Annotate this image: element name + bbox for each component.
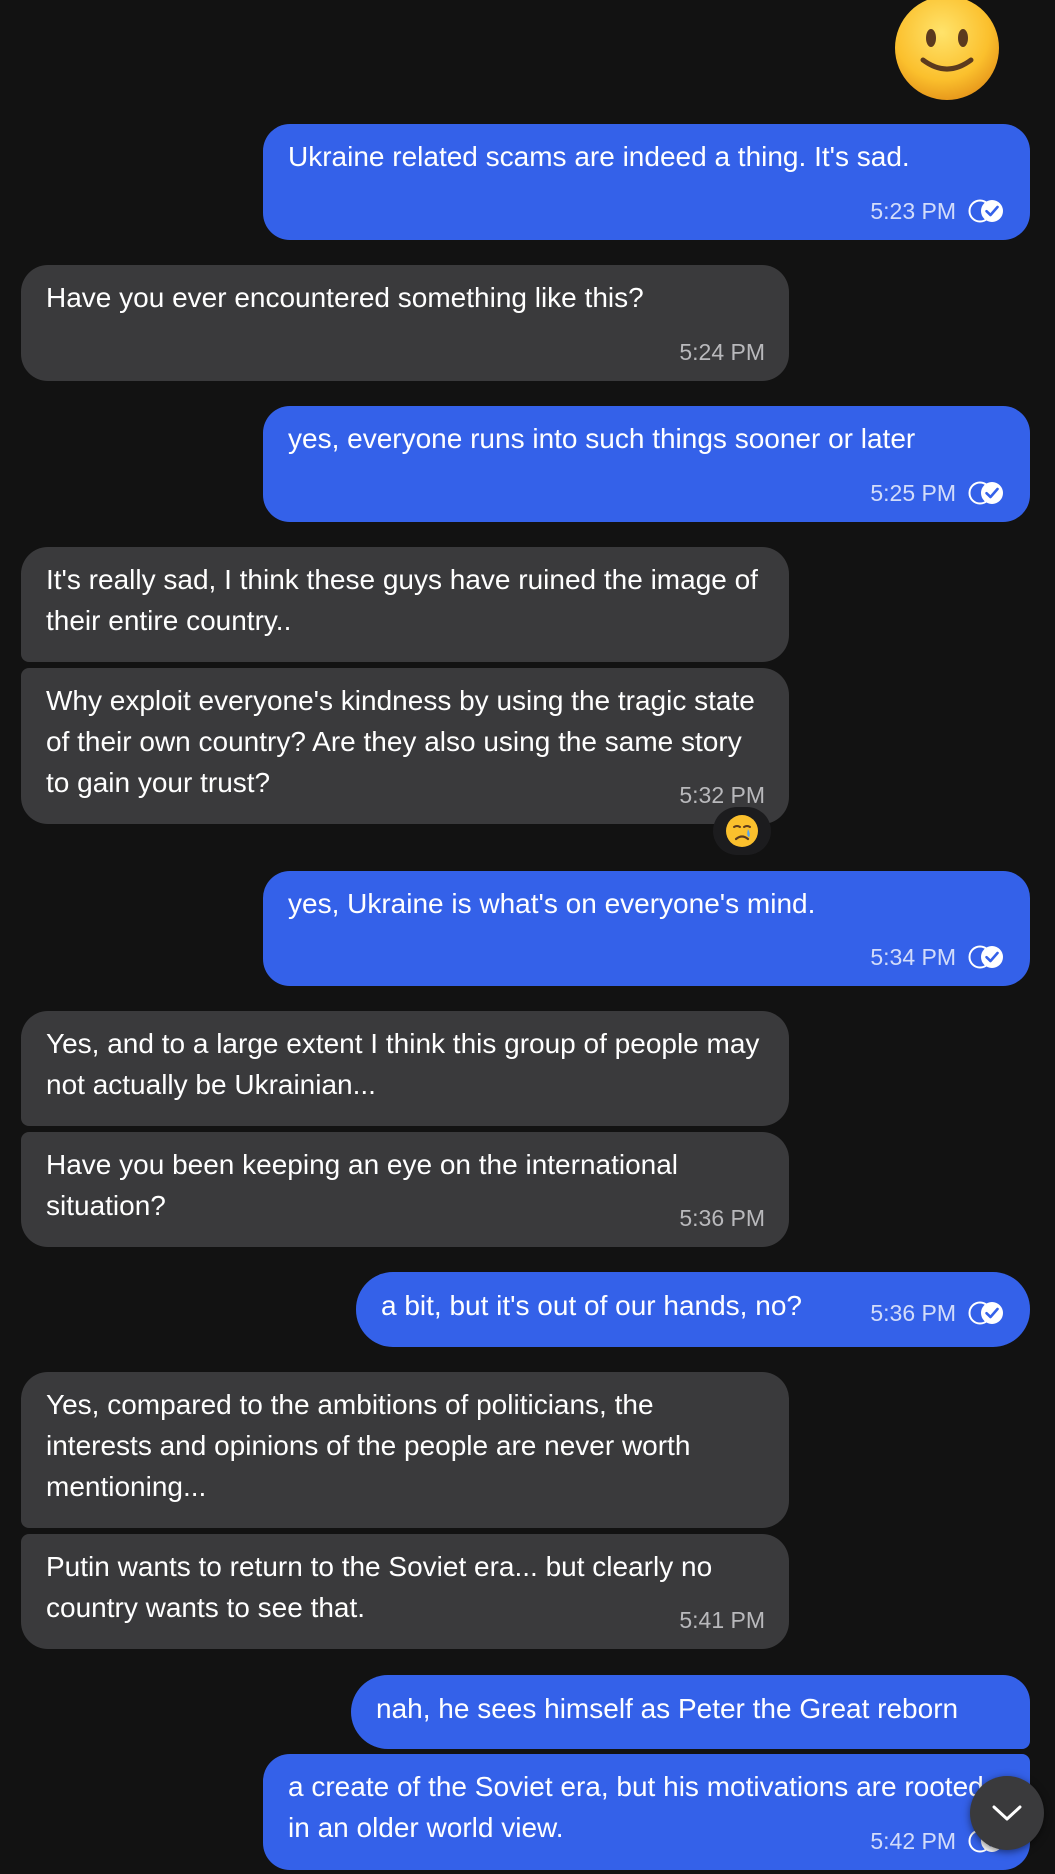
chat-history[interactable]: Ukraine related scams are indeed a thing…: [0, 0, 1055, 1874]
message-text: Why exploit everyone's kindness by using…: [46, 685, 755, 798]
scroll-to-bottom-button[interactable]: [970, 1776, 1044, 1850]
message-text: Ukraine related scams are indeed a thing…: [288, 141, 910, 172]
read-receipt-icon: [968, 945, 1003, 969]
message-text: yes, Ukraine is what's on everyone's min…: [288, 888, 816, 919]
incoming-message[interactable]: Yes, compared to the ambitions of politi…: [21, 1372, 789, 1528]
crying-face-icon: [726, 815, 758, 847]
outgoing-message[interactable]: yes, Ukraine is what's on everyone's min…: [263, 871, 1030, 986]
chevron-down-icon: [992, 1805, 1022, 1821]
outgoing-message[interactable]: a create of the Soviet era, but his moti…: [263, 1754, 1030, 1870]
incoming-message[interactable]: Putin wants to return to the Soviet era.…: [21, 1534, 789, 1649]
message-text: Yes, and to a large extent I think this …: [46, 1028, 760, 1100]
message-reaction[interactable]: [713, 807, 771, 855]
read-receipt-icon: [968, 1301, 1003, 1325]
read-receipt-icon: [968, 481, 1003, 505]
message-time: 5:24 PM: [679, 339, 765, 365]
message-time: 5:42 PM: [870, 1828, 956, 1854]
message-text: a bit, but it's out of our hands, no?: [381, 1290, 802, 1321]
incoming-message[interactable]: Yes, and to a large extent I think this …: [21, 1011, 789, 1126]
message-text: Yes, compared to the ambitions of politi…: [46, 1389, 691, 1502]
incoming-message[interactable]: It's really sad, I think these guys have…: [21, 547, 789, 662]
message-text: Have you been keeping an eye on the inte…: [46, 1149, 679, 1221]
message-text: nah, he sees himself as Peter the Great …: [376, 1693, 959, 1724]
outgoing-message[interactable]: a bit, but it's out of our hands, no? 5:…: [356, 1272, 1030, 1347]
message-time: 5:32 PM: [679, 782, 765, 808]
message-text: It's really sad, I think these guys have…: [46, 564, 758, 636]
message-text: Putin wants to return to the Soviet era.…: [46, 1551, 713, 1623]
message-time: 5:36 PM: [679, 1205, 765, 1231]
outgoing-message[interactable]: yes, everyone runs into such things soon…: [263, 406, 1030, 522]
outgoing-message[interactable]: Ukraine related scams are indeed a thing…: [263, 124, 1030, 240]
outgoing-message[interactable]: nah, he sees himself as Peter the Great …: [351, 1675, 1030, 1749]
message-time: 5:23 PM: [870, 198, 956, 224]
slightly-smiling-face-icon: [895, 0, 999, 100]
read-receipt-icon: [968, 199, 1003, 223]
message-time: 5:25 PM: [870, 480, 956, 506]
incoming-message[interactable]: Have you ever encountered something like…: [21, 265, 789, 381]
message-time: 5:36 PM: [870, 1300, 956, 1326]
incoming-message[interactable]: Have you been keeping an eye on the inte…: [21, 1132, 789, 1247]
message-text: Have you ever encountered something like…: [46, 282, 644, 313]
message-text: yes, everyone runs into such things soon…: [288, 423, 916, 454]
message-time: 5:34 PM: [870, 944, 956, 970]
incoming-message[interactable]: Why exploit everyone's kindness by using…: [21, 668, 789, 824]
message-time: 5:41 PM: [679, 1607, 765, 1633]
